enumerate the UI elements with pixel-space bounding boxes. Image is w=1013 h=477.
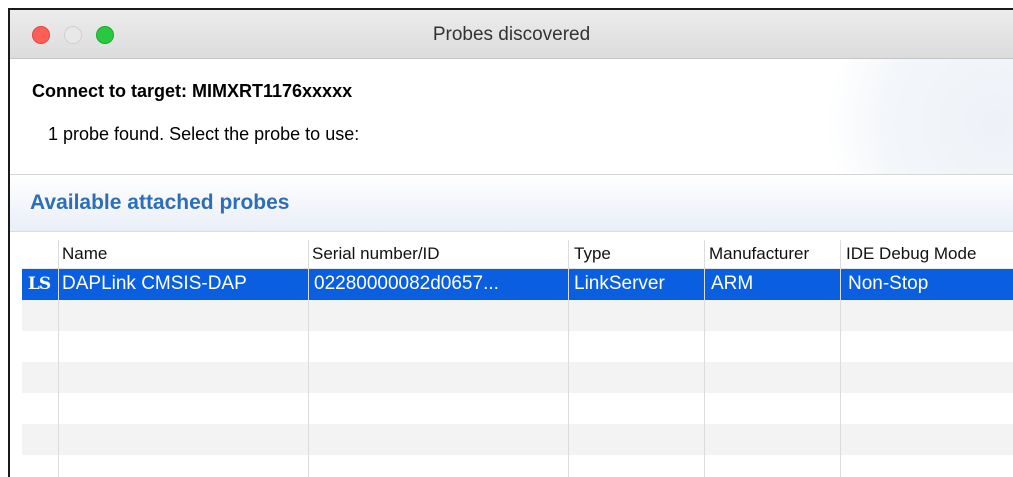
probe-serial: 02280000082d0657... [314, 273, 499, 294]
column-divider [58, 240, 59, 477]
table-body: LS DAPLink CMSIS-DAP 02280000082d0657...… [22, 269, 1013, 477]
probe-type: LinkServer [574, 273, 665, 294]
table-header: Name Serial number/ID Type Manufacturer … [22, 240, 1013, 269]
probe-debug-mode: Non-Stop [848, 273, 929, 294]
column-header-name[interactable]: Name [62, 244, 107, 264]
empty-row [22, 393, 1013, 424]
title-bar[interactable]: Probes discovered [10, 10, 1013, 59]
column-header-debug-mode[interactable]: IDE Debug Mode [846, 244, 976, 264]
probe-manufacturer: ARM [711, 273, 754, 294]
probe-name: DAPLink CMSIS-DAP [62, 273, 247, 294]
empty-row [22, 362, 1013, 393]
column-divider [840, 240, 841, 477]
section-title: Available attached probes [30, 191, 290, 214]
empty-row [22, 424, 1013, 455]
column-divider [704, 240, 705, 477]
header-decoration [813, 59, 1013, 174]
column-header-type[interactable]: Type [574, 244, 611, 264]
probe-found-message: 1 probe found. Select the probe to use: [48, 124, 360, 144]
empty-row [22, 331, 1013, 362]
window-title: Probes discovered [432, 24, 591, 45]
connect-target-title: Connect to target: MIMXRT1176xxxxx [32, 81, 353, 101]
column-header-serial[interactable]: Serial number/ID [312, 244, 440, 264]
empty-row [22, 455, 1013, 477]
section-header: Available attached probes [10, 175, 1013, 232]
column-divider [568, 240, 569, 477]
probes-dialog: Probes discovered Connect to target: MIM… [8, 8, 1013, 477]
column-header-manufacturer[interactable]: Manufacturer [709, 244, 809, 264]
empty-row [22, 300, 1013, 331]
probes-table[interactable]: Name Serial number/ID Type Manufacturer … [22, 240, 1013, 477]
linkserver-icon: LS [27, 274, 51, 294]
dialog-header: Connect to target: MIMXRT1176xxxxx 1 pro… [10, 59, 1013, 175]
column-divider [308, 240, 309, 477]
table-row[interactable]: LS DAPLink CMSIS-DAP 02280000082d0657...… [22, 269, 1013, 300]
